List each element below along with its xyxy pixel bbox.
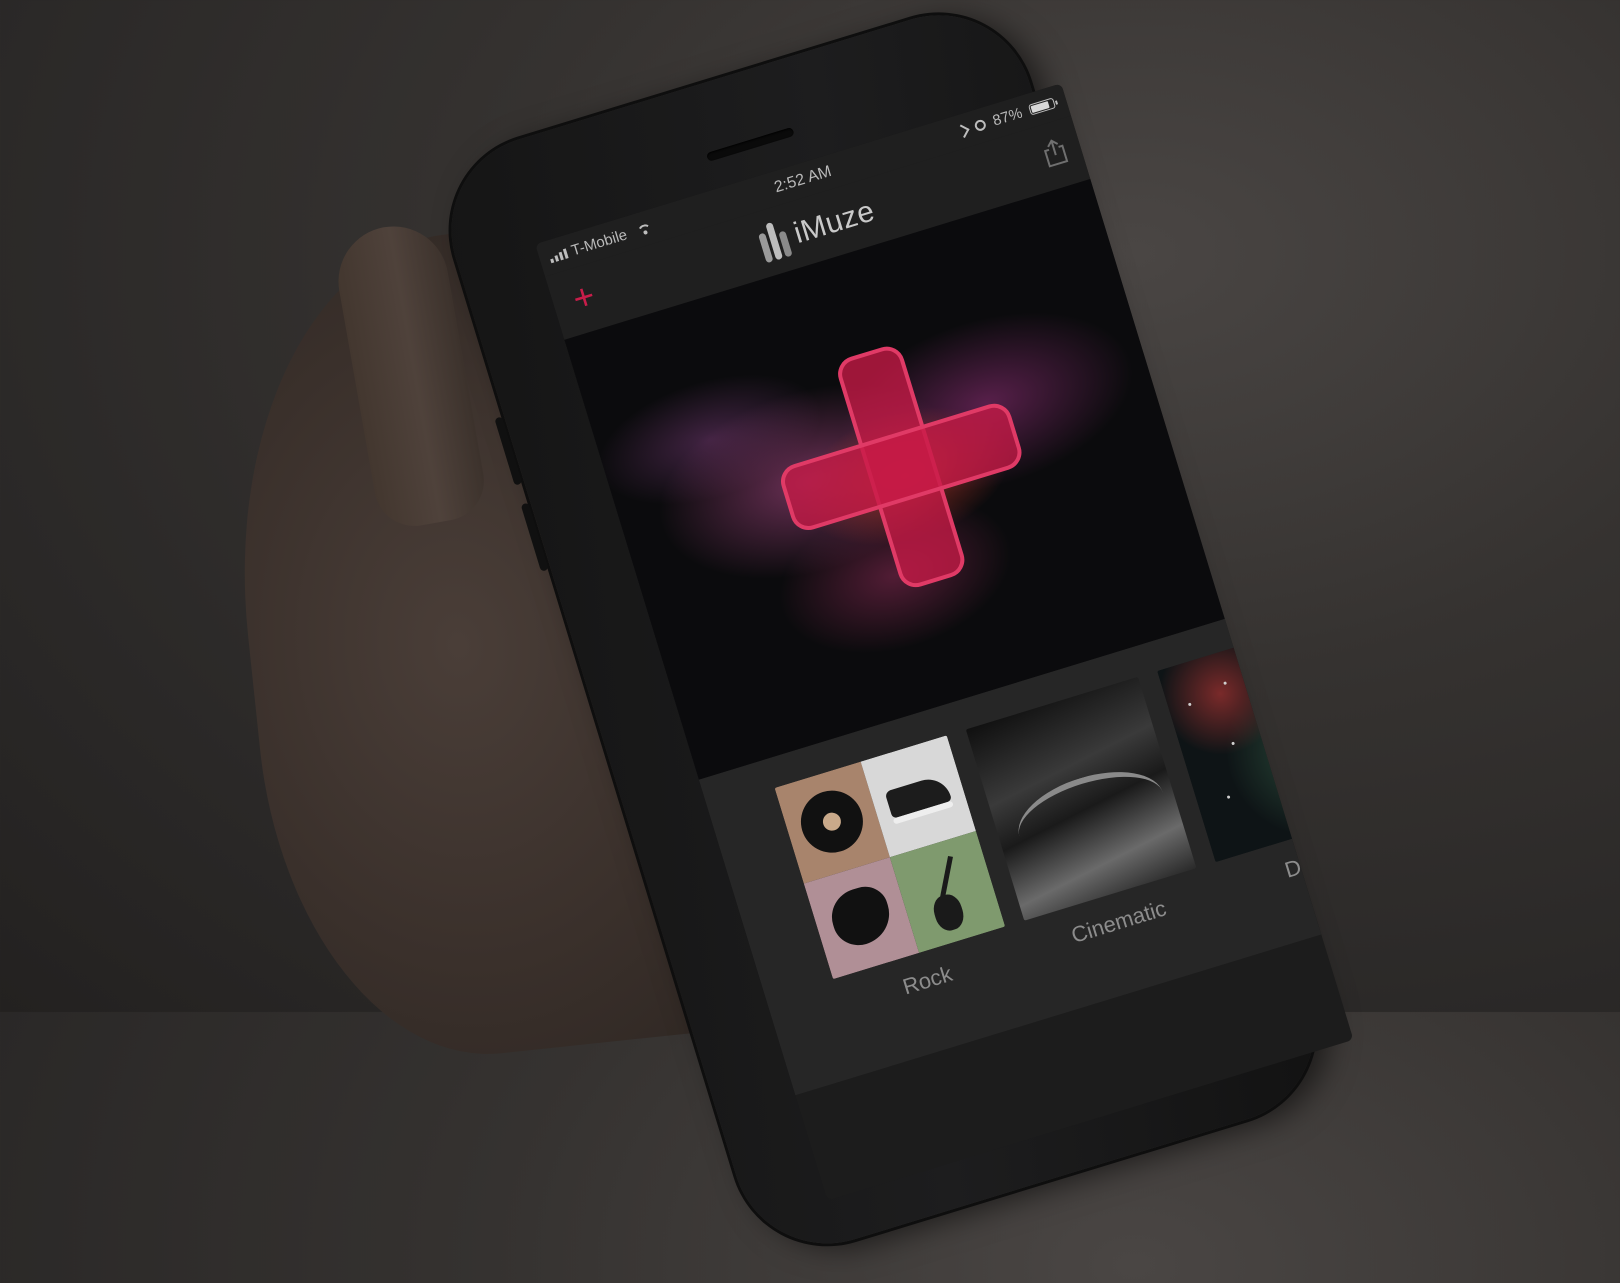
app-name: iMuze [790, 194, 879, 251]
genre-thumbnail [965, 676, 1197, 921]
speaker-grille [706, 126, 795, 162]
hair-icon [824, 881, 897, 952]
guitar-icon [929, 891, 968, 934]
create-track-button[interactable] [751, 317, 1051, 617]
sneaker-icon [884, 773, 953, 819]
app-screen: T-Mobile 2:52 AM 87% + iMuze Rock Cinema… [535, 83, 1354, 1201]
battery-percent: 87% [990, 104, 1025, 130]
side-button [520, 502, 549, 572]
genre-thumbnail [774, 735, 1006, 980]
vinyl-icon [793, 782, 871, 861]
alarm-icon [973, 118, 988, 133]
piano-curve [1008, 756, 1175, 873]
battery-fill [1030, 101, 1050, 114]
side-button [494, 416, 523, 486]
location-icon [955, 123, 970, 138]
genre-thumbnail [1157, 618, 1354, 863]
phone-body: T-Mobile 2:52 AM 87% + iMuze Rock Cinema… [427, 0, 1354, 1267]
logo-icon [756, 219, 793, 264]
